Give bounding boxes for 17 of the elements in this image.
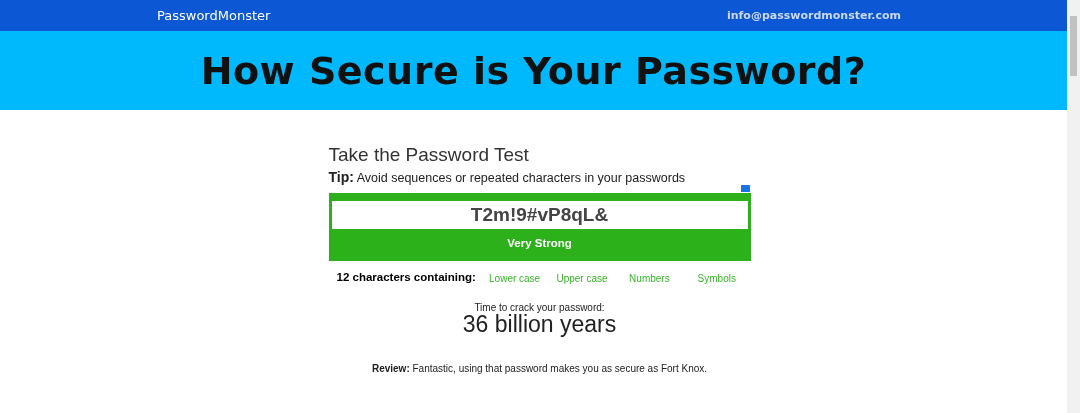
section-heading: Take the Password Test: [328, 144, 530, 166]
site-logo[interactable]: PasswordMonster: [157, 8, 271, 23]
crack-time-value: 36 billion years: [461, 313, 618, 336]
page-title: How Secure is Your Password?: [200, 48, 867, 93]
show-password-checkbox[interactable]: [740, 185, 750, 192]
crack-time-label: Time to crack your password:: [473, 302, 606, 313]
password-field[interactable]: T2m!9#vP8qL&: [331, 201, 748, 229]
criterion-label: Lower case: [488, 273, 542, 284]
length-label: 12 characters containing:: [335, 271, 477, 283]
tip-text: Tip: Avoid sequences or repeated characters in your passwords: [328, 169, 687, 185]
criterion-label: Symbols: [696, 273, 737, 284]
strength-label: Very Strong: [506, 237, 573, 249]
scrollbar[interactable]: [1067, 0, 1080, 413]
criterion-label: Numbers: [628, 273, 671, 284]
review-text: Review: Fantastic, using that password makes you as secure as Fort Knox.: [370, 363, 709, 374]
criterion-label: Upper case: [555, 273, 609, 284]
email-link[interactable]: info@passwordmonster.com: [726, 9, 901, 22]
